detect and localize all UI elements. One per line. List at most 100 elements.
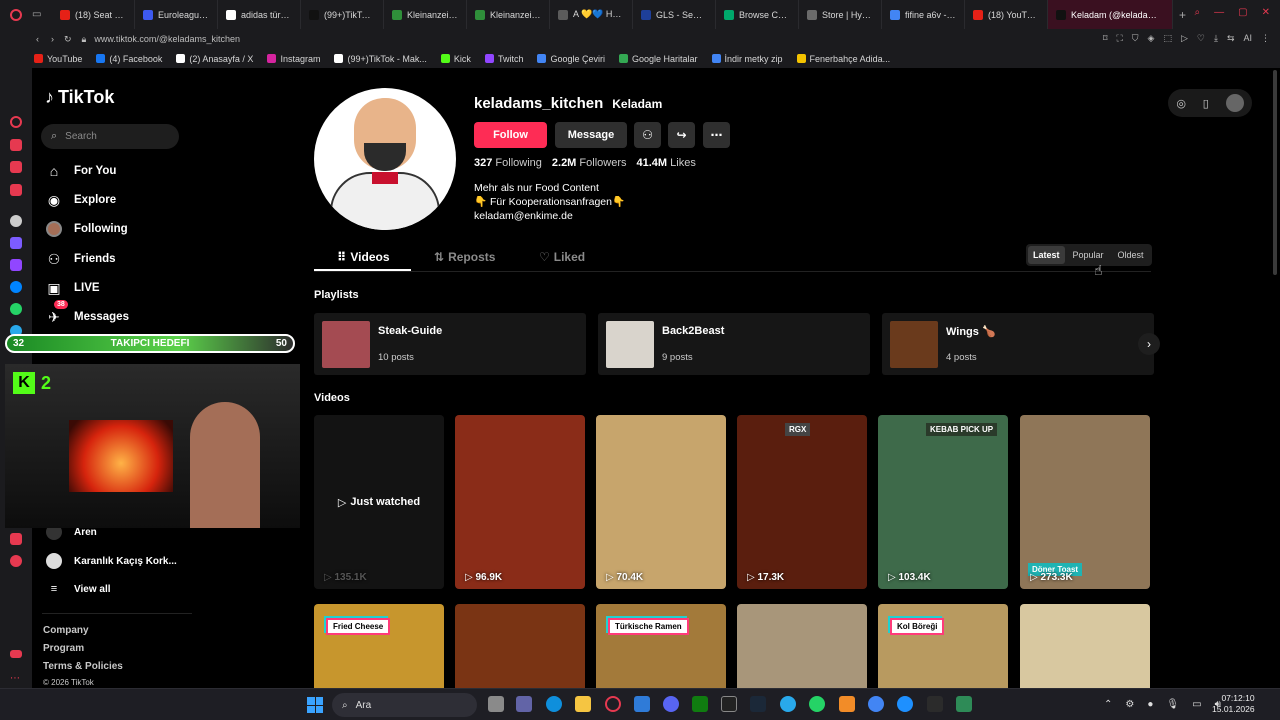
browser-tab[interactable]: fifine a6v - Go xyxy=(882,0,965,29)
volume-icon[interactable]: 🔊︎ xyxy=(1215,699,1221,710)
new-tab-icon[interactable]: + xyxy=(1179,8,1186,22)
ai-button[interactable]: AI xyxy=(1243,33,1252,44)
video-card[interactable]: Türkische Ramen xyxy=(596,604,726,688)
nav-following[interactable]: Following xyxy=(46,221,128,237)
bookmark-item[interactable]: Kick xyxy=(440,54,471,64)
minimize-icon[interactable]: — xyxy=(1214,7,1224,18)
browser-tab[interactable]: adidas türkiye xyxy=(218,0,301,29)
browser-tab[interactable]: Kleinanzeigen xyxy=(467,0,550,29)
tab-reposts[interactable]: ⇅ Reposts xyxy=(434,250,495,264)
chatgpt-icon[interactable] xyxy=(10,215,22,227)
video-card[interactable]: ▷ Just watched ▷ 135.1K xyxy=(314,415,444,589)
whatsapp-icon[interactable] xyxy=(809,696,825,712)
opera-menu-icon[interactable] xyxy=(0,0,32,29)
tab-switcher-icon[interactable]: ▭ xyxy=(32,9,52,20)
bookmark-page-icon[interactable]: ⌑ xyxy=(1103,33,1108,44)
more-icon[interactable]: ⋮ xyxy=(1261,33,1270,44)
gx-icon[interactable] xyxy=(10,650,22,658)
device-icon[interactable]: ▯ xyxy=(1203,97,1209,110)
video-card[interactable]: Döner Toast ▷ 273.3K xyxy=(1020,415,1150,589)
music-icon[interactable] xyxy=(10,184,22,196)
message-button[interactable]: Message xyxy=(555,122,627,148)
translate-icon[interactable]: ⇆ xyxy=(1227,33,1235,44)
app3-icon[interactable] xyxy=(927,696,943,712)
teams-icon[interactable] xyxy=(516,696,532,712)
url-field[interactable]: www.tiktok.com/@keladams_kitchen xyxy=(94,34,240,44)
bookmark-item[interactable]: YouTube xyxy=(34,54,82,64)
heart-icon[interactable]: ♡ xyxy=(1197,33,1205,44)
taskbar-search[interactable]: ⌕ Ara xyxy=(332,693,477,717)
stat-followers[interactable]: 2.2M Followers xyxy=(552,157,627,169)
close-window-icon[interactable]: ✕ xyxy=(1262,7,1270,18)
browser-tab[interactable]: Browse Categ xyxy=(716,0,799,29)
page-scrollbar[interactable] xyxy=(1273,70,1277,275)
pinboard-icon[interactable] xyxy=(10,161,22,173)
video-card[interactable] xyxy=(1020,604,1150,688)
tray-opera-icon[interactable]: ● xyxy=(1147,699,1153,710)
steam-icon[interactable] xyxy=(750,696,766,712)
tray-expand-icon[interactable]: ⌃ xyxy=(1104,699,1112,710)
nav-live[interactable]: ▣ LIVE xyxy=(46,280,99,296)
nav-explore[interactable]: ◉ Explore xyxy=(46,192,116,208)
browser-tab[interactable]: Keladam (@keladams_kit xyxy=(1048,0,1173,29)
nav-friends[interactable]: ⚇ Friends xyxy=(46,251,116,267)
bookmark-item[interactable]: (99+)TikTok - Mak... xyxy=(334,54,427,64)
video-card[interactable] xyxy=(737,604,867,688)
xbox-icon[interactable] xyxy=(692,696,708,712)
browser-tab[interactable]: GLS - Sendun xyxy=(633,0,716,29)
footer-program[interactable]: Program xyxy=(43,643,84,654)
search-tabs-icon[interactable]: ⌕ xyxy=(1195,7,1201,18)
tab-videos[interactable]: ⠿ Videos xyxy=(337,250,390,264)
calculator-icon[interactable] xyxy=(956,696,972,712)
video-card[interactable]: Fried Cheese xyxy=(314,604,444,688)
twitch-icon[interactable] xyxy=(10,259,22,271)
store-icon[interactable] xyxy=(634,696,650,712)
start-icon[interactable] xyxy=(307,697,323,713)
epic-games-icon[interactable] xyxy=(721,696,737,712)
following-item-karanlik[interactable]: Karanlık Kaçış Kork... xyxy=(46,553,177,569)
search-input[interactable]: Search xyxy=(65,131,97,142)
microphone-icon[interactable]: 🎙︎ xyxy=(1166,699,1179,710)
follow-button[interactable]: Follow xyxy=(474,122,547,148)
footer-terms[interactable]: Terms & Policies xyxy=(43,661,123,672)
reload-icon[interactable]: ↻ xyxy=(64,34,72,45)
bookmark-item[interactable]: (2) Anasayfa / X xyxy=(176,54,253,64)
footer-company[interactable]: Company xyxy=(43,625,89,636)
back-icon[interactable]: ‹ xyxy=(36,34,39,44)
forward-icon[interactable]: › xyxy=(51,34,54,44)
snapshot-icon[interactable]: ⛶ xyxy=(1116,33,1122,44)
taskview-icon[interactable] xyxy=(488,696,504,712)
playlist-card[interactable]: Wings 🍗 4 posts xyxy=(882,313,1154,375)
browser-tab[interactable]: Euroleague ba xyxy=(135,0,218,29)
network-icon[interactable]: ▭ xyxy=(1192,699,1201,710)
sort-oldest[interactable]: Oldest xyxy=(1112,246,1150,264)
telegram-icon[interactable] xyxy=(780,696,796,712)
view-all-link[interactable]: ≡ View all xyxy=(46,581,111,597)
stat-following[interactable]: 327 Following xyxy=(474,157,542,169)
opera-gx-icon[interactable] xyxy=(605,696,621,712)
bookmark-item[interactable]: Google Haritalar xyxy=(618,54,698,64)
messenger-icon[interactable] xyxy=(10,281,22,293)
more-options-icon[interactable]: ⋯ xyxy=(703,122,730,148)
nav-for-you[interactable]: ⌂ For You xyxy=(46,163,117,179)
browser-tab[interactable]: (18) Seat Lean xyxy=(52,0,135,29)
play-icon[interactable]: ▷ xyxy=(1181,33,1188,44)
bookmark-item[interactable]: Fenerbahçe Adida... xyxy=(796,54,890,64)
video-card[interactable] xyxy=(455,604,585,688)
bookmark-item[interactable]: İndir metky zip xyxy=(711,54,783,64)
extension-icon[interactable]: ⬚ xyxy=(1163,33,1172,44)
bookmark-item[interactable]: Google Çeviri xyxy=(537,54,605,64)
share-icon[interactable]: ↪ xyxy=(668,122,695,148)
user-avatar[interactable] xyxy=(1225,94,1244,112)
video-card[interactable]: ▷ 96.9K xyxy=(455,415,585,589)
video-card[interactable]: ▷ 70.4K xyxy=(596,415,726,589)
tray-app-icon[interactable]: ⚙ xyxy=(1125,699,1134,710)
maximize-icon[interactable]: ▢ xyxy=(1238,7,1247,18)
browser-tab[interactable]: (99+)TikTok - xyxy=(301,0,384,29)
playlist-card[interactable]: Back2Beast 9 posts xyxy=(598,313,870,375)
discord-icon[interactable] xyxy=(10,237,22,249)
discord-icon[interactable] xyxy=(663,696,679,712)
tab-liked[interactable]: ♡ Liked xyxy=(539,250,585,264)
settings-icon[interactable] xyxy=(10,555,22,567)
app-icon[interactable] xyxy=(839,696,855,712)
